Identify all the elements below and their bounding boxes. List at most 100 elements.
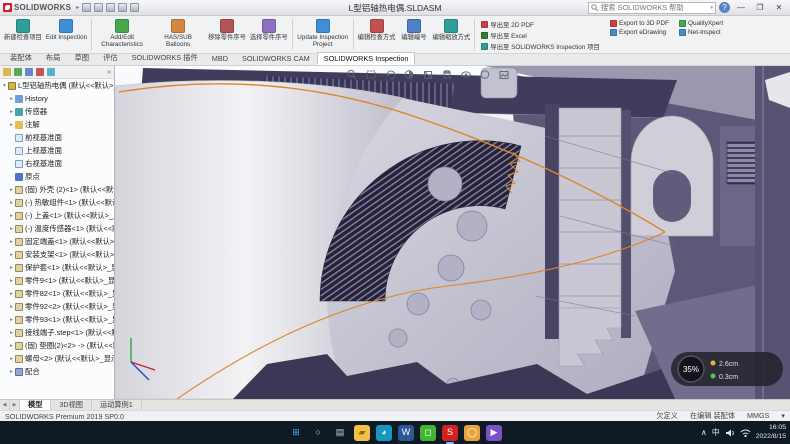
- undo-icon[interactable]: [130, 3, 139, 12]
- balloons-icon: [171, 19, 185, 33]
- tree-item[interactable]: ▸配合: [0, 365, 114, 378]
- dimxpertmanager-tab-icon[interactable]: [36, 68, 44, 76]
- tree-item[interactable]: ▸History: [0, 92, 114, 105]
- previous-view-icon[interactable]: [386, 71, 395, 79]
- tree-item[interactable]: ▸零件93<1> (默认<<默认>_显示状...: [0, 313, 114, 326]
- video-icon[interactable]: ▶: [486, 425, 502, 441]
- tree-item[interactable]: ▸(-) 上盖<1> (默认<<默认>_显示...: [0, 209, 114, 222]
- solidworks-icon[interactable]: S: [442, 425, 458, 441]
- apply-scene-icon[interactable]: [500, 72, 508, 79]
- zoom-fit-icon[interactable]: [348, 70, 356, 79]
- command-tab[interactable]: 布局: [39, 51, 68, 65]
- ribbon-button[interactable]: 移除零件序号: [206, 17, 248, 52]
- doc-tabs-scroll-right-icon[interactable]: ▶: [10, 400, 20, 410]
- save-icon[interactable]: [106, 3, 115, 12]
- ribbon-button[interactable]: HAS/SUB Balloons: [150, 17, 206, 52]
- ribbon-button[interactable]: Add/Edit Characteristics: [94, 17, 150, 52]
- close-button[interactable]: ✕: [771, 1, 787, 14]
- wechat-icon[interactable]: ◻: [420, 425, 436, 441]
- tree-item[interactable]: 右视基准面: [0, 157, 114, 170]
- ribbon-button[interactable]: 编辑编号: [397, 17, 430, 52]
- tree-item[interactable]: ▸(-) 温度传感器<1> (默认<<默认...: [0, 222, 114, 235]
- tree-item[interactable]: ▸接线端子.step<1> (默认<<默认...: [0, 326, 114, 339]
- edge-icon[interactable]: ◕: [376, 425, 392, 441]
- ribbon-export-item[interactable]: Export to 3D PDF: [610, 20, 669, 27]
- graphics-area[interactable]: 35% 2.6cm 0.3cm: [115, 66, 790, 399]
- command-tab[interactable]: 草图: [67, 51, 96, 65]
- tree-item[interactable]: ▸零件82<1> (默认<<默认>_显...: [0, 287, 114, 300]
- doc-tabs-scroll-left-icon[interactable]: ◀: [0, 400, 10, 410]
- tree-item[interactable]: ▸(固) 垫圈(2)<2> -> (默认<<默认>...: [0, 339, 114, 352]
- ribbon-export-item[interactable]: 导出至 2D PDF: [481, 20, 600, 29]
- command-tab[interactable]: 装配体: [3, 51, 39, 65]
- ribbon-button[interactable]: 编辑缩放方式: [430, 17, 472, 52]
- app-logo[interactable]: SOLIDWORKS ▸: [3, 3, 82, 12]
- wifi-icon[interactable]: [740, 428, 751, 438]
- ribbon-button[interactable]: 编辑检查方式: [356, 17, 398, 52]
- tree-item[interactable]: ▸安装支架<1> (默认<<默认>_显...: [0, 248, 114, 261]
- start-icon[interactable]: ⊞: [288, 425, 304, 441]
- zoom-area-icon[interactable]: [367, 71, 375, 78]
- command-tab[interactable]: SOLIDWORKS CAM: [235, 52, 317, 65]
- ribbon-export-item[interactable]: Net-Inspect: [679, 29, 723, 36]
- propertymanager-tab-icon[interactable]: [14, 68, 22, 76]
- print-icon[interactable]: [118, 3, 127, 12]
- ribbon-export-item[interactable]: Export eDrawing: [610, 29, 669, 36]
- search-icon[interactable]: ○: [310, 425, 326, 441]
- hide-show-items-icon[interactable]: [462, 72, 470, 77]
- configurationmanager-tab-icon[interactable]: [25, 68, 33, 76]
- command-tab[interactable]: MBD: [205, 52, 235, 65]
- clock[interactable]: 16:05 2022/8/15: [756, 424, 786, 441]
- view-orientation-icon[interactable]: [425, 72, 432, 79]
- tree-item[interactable]: ▸螺母<2> (默认<<默认>_显示状态...: [0, 352, 114, 365]
- command-tab[interactable]: SOLIDWORKS Inspection: [317, 52, 416, 65]
- tree-item[interactable]: ▸注解: [0, 118, 114, 131]
- tree-item[interactable]: ▸固定端盖<1> (默认<<默认>_显示状态: [0, 235, 114, 248]
- maximize-button[interactable]: ❐: [752, 1, 768, 14]
- tree-item[interactable]: ▸保护套<1> (默认<<默认>_显示状态: [0, 261, 114, 274]
- command-tab[interactable]: SOLIDWORKS 插件: [125, 51, 205, 65]
- tree-item[interactable]: ▸(-) 热敏组件<1> (默认<<默认>_显...: [0, 196, 114, 209]
- panel-more-icon[interactable]: »: [107, 69, 111, 76]
- tree-item[interactable]: ▸传感器: [0, 105, 114, 118]
- ime-indicator[interactable]: 中: [712, 427, 720, 438]
- open-icon[interactable]: [94, 3, 103, 12]
- featuremanager-tab-icon[interactable]: [3, 68, 11, 76]
- tree-item[interactable]: ▸零件9<1> (默认<<默认>_显示状态: [0, 274, 114, 287]
- ribbon-export-item[interactable]: 导出至 SOLIDWORKS Inspection 项目: [481, 42, 600, 51]
- menu-expand-icon[interactable]: ▸: [76, 4, 79, 11]
- ribbon-button[interactable]: 选择零件序号: [248, 17, 290, 52]
- ribbon-button[interactable]: Edit Inspection: [44, 17, 89, 52]
- doc-tab[interactable]: 模型: [20, 400, 51, 410]
- tree-item[interactable]: 前视基准面: [0, 131, 114, 144]
- ribbon-export-item[interactable]: 导出至 Excel: [481, 31, 600, 40]
- tree-item[interactable]: ▸零件92<2> (默认<<默认>_显...: [0, 300, 114, 313]
- word-icon[interactable]: W: [398, 425, 414, 441]
- task-view-icon[interactable]: ▤: [332, 425, 348, 441]
- browser-icon[interactable]: ◯: [464, 425, 480, 441]
- model-view[interactable]: 35% 2.6cm 0.3cm: [115, 66, 790, 399]
- displaymanager-tab-icon[interactable]: [47, 68, 55, 76]
- help-search-input[interactable]: [601, 3, 708, 12]
- tree-item[interactable]: 上视基准面: [0, 144, 114, 157]
- ribbon-button[interactable]: 新建检查项目: [2, 17, 44, 52]
- doc-tab[interactable]: 3D视图: [51, 400, 92, 410]
- edit-appearance-icon[interactable]: [481, 71, 489, 79]
- ribbon-button[interactable]: Update Inspection Project: [295, 17, 351, 52]
- file-explorer-icon[interactable]: ▰: [354, 425, 370, 441]
- ribbon-export-item[interactable]: QualityXpert: [679, 20, 723, 27]
- display-style-icon[interactable]: [444, 71, 450, 78]
- minimize-button[interactable]: —: [733, 1, 749, 14]
- help-search-box[interactable]: ▾: [588, 2, 716, 14]
- tree-item[interactable]: ▾L型铝轴热电偶 (默认<<默认>_显示状态-1>): [0, 79, 114, 92]
- volume-icon[interactable]: [725, 428, 735, 438]
- doc-tab[interactable]: 运动算例1: [92, 400, 142, 410]
- tree-item[interactable]: 原点: [0, 170, 114, 183]
- hidden-icons-caret-icon[interactable]: ∧: [701, 428, 707, 437]
- tree-item[interactable]: ▸(固) 外壳 (2)<1> (默认<<默认>_显示状态: [0, 183, 114, 196]
- new-document-icon[interactable]: [82, 3, 91, 12]
- section-view-icon[interactable]: [405, 71, 413, 79]
- command-tab[interactable]: 评估: [96, 51, 125, 65]
- help-icon[interactable]: ?: [719, 2, 730, 13]
- search-scope-caret-icon[interactable]: ▾: [710, 5, 713, 11]
